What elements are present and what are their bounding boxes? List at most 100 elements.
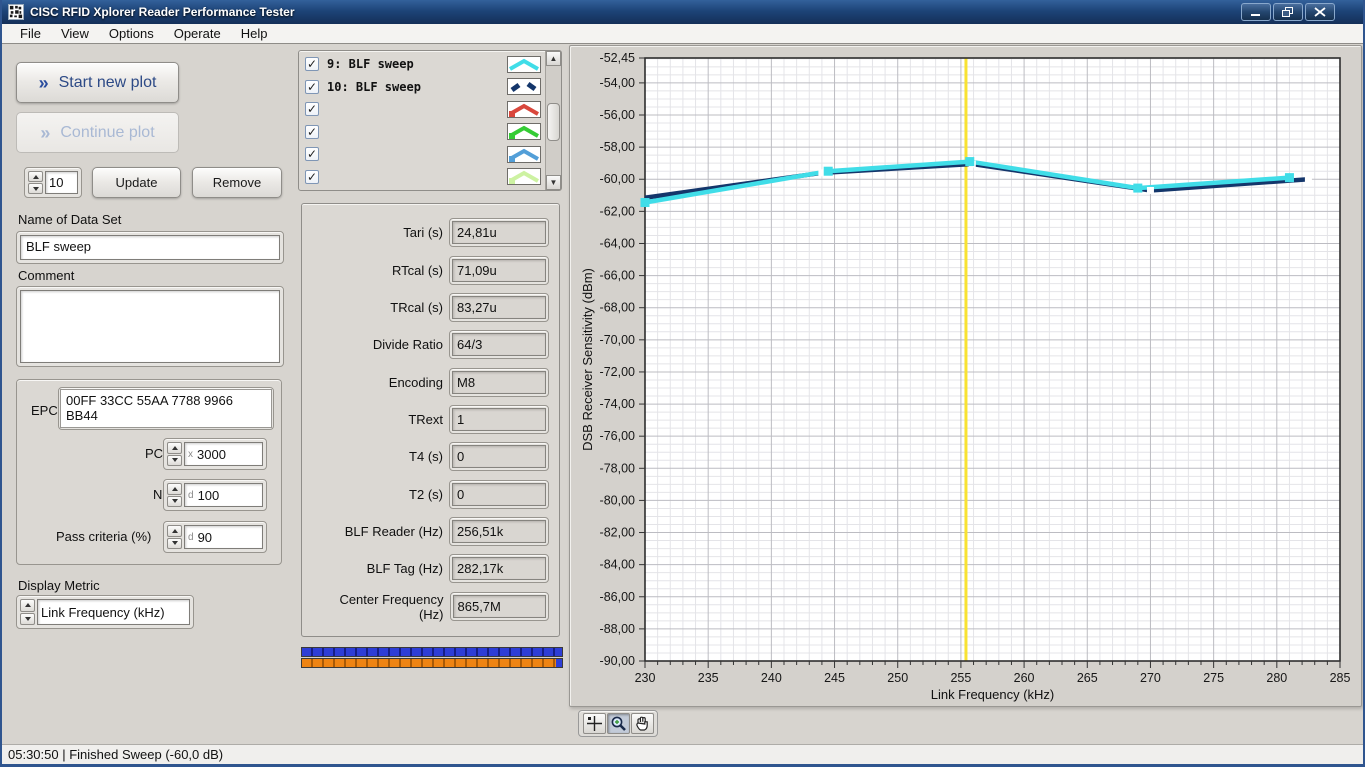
param-value: 64/3 (452, 333, 546, 356)
display-metric-control: Link Frequency (kHz) (16, 595, 194, 629)
menu-item-options[interactable]: Options (99, 25, 164, 42)
dataset-name-label: Name of Data Set (18, 212, 121, 227)
data-point-marker (1147, 187, 1154, 194)
plot-name-label: 10: BLF sweep (327, 80, 499, 94)
update-button[interactable]: Update (92, 167, 181, 198)
title-bar[interactable]: CISC RFID Xplorer Reader Performance Tes… (2, 0, 1363, 24)
spin-up-button[interactable] (167, 525, 182, 537)
comment-input[interactable] (20, 290, 280, 363)
close-button[interactable] (1305, 3, 1335, 21)
plot-visibility-checkbox[interactable]: ✓ (305, 147, 319, 161)
data-point-marker (641, 198, 650, 207)
sweep-progress-bars (301, 647, 563, 668)
scroll-up-button[interactable]: ▲ (546, 51, 561, 66)
comment-frame (16, 286, 284, 367)
plot-style-swatch[interactable] (507, 78, 541, 95)
pass-criteria-spinner (167, 525, 182, 549)
start-new-plot-button[interactable]: » Start new plot (16, 62, 179, 103)
menu-item-help[interactable]: Help (231, 25, 278, 42)
legend-row: ✓ 10: BLF sweep (305, 77, 543, 97)
plot-style-swatch[interactable] (507, 168, 541, 185)
y-tick-label: -90,00 (600, 654, 635, 668)
scroll-thumb[interactable] (547, 103, 560, 141)
epc-input[interactable]: 00FF 33CC 55AA 7788 9966 BB44 (60, 389, 272, 428)
continue-plot-button[interactable]: » Continue plot (16, 112, 179, 153)
spin-up-button[interactable] (167, 483, 182, 495)
plot-style-swatch[interactable] (507, 146, 541, 163)
plot-visibility-checkbox[interactable]: ✓ (305, 170, 319, 184)
plot-style-swatch[interactable] (507, 123, 541, 140)
spin-up-button[interactable] (20, 599, 35, 612)
menu-item-operate[interactable]: Operate (164, 25, 231, 42)
window-title: CISC RFID Xplorer Reader Performance Tes… (30, 5, 295, 19)
plot-visibility-checkbox[interactable]: ✓ (305, 102, 319, 116)
spin-down-icon (172, 499, 178, 503)
epc-group: EPC 00FF 33CC 55AA 7788 9966 BB44 PC x 3… (16, 379, 282, 565)
legend-scrollbar[interactable]: ▲ ▼ (545, 51, 561, 190)
x-tick-label: 240 (761, 671, 782, 685)
param-label: Encoding (389, 375, 443, 390)
menu-item-view[interactable]: View (51, 25, 99, 42)
display-metric-input[interactable]: Link Frequency (kHz) (37, 599, 190, 625)
legend-row: ✓ (305, 167, 543, 187)
param-label: TRext (408, 412, 443, 427)
continue-plot-label: Continue plot (60, 124, 154, 142)
spin-down-icon (25, 617, 31, 621)
data-point-marker (965, 157, 974, 166)
menu-item-file[interactable]: File (10, 25, 51, 42)
plot-visibility-checkbox[interactable]: ✓ (305, 125, 319, 139)
spin-down-button[interactable] (28, 183, 43, 194)
remove-button[interactable]: Remove (192, 167, 282, 198)
plot-legend-list: ✓ 9: BLF sweep ✓ 10: BLF sweep ✓ ✓ ✓ ✓ (299, 51, 545, 190)
spin-down-button[interactable] (20, 613, 35, 626)
x-tick-label: 285 (1330, 671, 1351, 685)
spin-up-button[interactable] (167, 442, 182, 454)
plot-visibility-checkbox[interactable]: ✓ (305, 57, 319, 71)
y-tick-label: -78,00 (600, 461, 635, 475)
cursor-tool-button[interactable] (583, 713, 606, 734)
pass-criteria-input[interactable]: d 90 (184, 525, 263, 549)
spin-down-button[interactable] (167, 538, 182, 550)
menu-bar: FileViewOptionsOperateHelp (2, 24, 1363, 44)
pc-label: PC (145, 446, 163, 461)
sensitivity-graph[interactable]: 230235240245250255260265270275280285-52,… (570, 46, 1361, 706)
spin-up-icon (172, 446, 178, 450)
param-value: 24,81u (452, 221, 546, 244)
y-tick-label: -88,00 (600, 622, 635, 636)
restore-button[interactable] (1273, 3, 1303, 21)
spin-up-button[interactable] (28, 171, 43, 182)
param-value-box: 24,81u (449, 218, 549, 247)
epc-frame: 00FF 33CC 55AA 7788 9966 BB44 (58, 387, 274, 430)
scroll-track[interactable] (546, 66, 561, 175)
pc-input[interactable]: x 3000 (184, 442, 263, 466)
x-tick-label: 235 (698, 671, 719, 685)
pan-tool-button[interactable] (631, 713, 654, 734)
plot-style-swatch[interactable] (507, 56, 541, 73)
minimize-button[interactable] (1241, 3, 1271, 21)
window-controls (1241, 3, 1357, 21)
plot-number-control: 10 (24, 167, 82, 198)
param-row: T4 (s)0 (312, 442, 549, 471)
pass-criteria-label: Pass criteria (%) (56, 529, 151, 544)
scroll-down-button[interactable]: ▼ (546, 175, 561, 190)
plot-number-input[interactable]: 10 (45, 171, 78, 194)
plot-visibility-checkbox[interactable]: ✓ (305, 80, 319, 94)
param-value: 1 (452, 408, 546, 431)
dataset-name-input[interactable]: BLF sweep (20, 235, 280, 260)
link-parameters-panel: Tari (s)24,81uRTcal (s)71,09uTRcal (s)83… (301, 203, 560, 637)
x-tick-label: 255 (950, 671, 971, 685)
param-value-box: 71,09u (449, 256, 549, 285)
spin-down-button[interactable] (167, 496, 182, 508)
plot-number-spinner (28, 171, 43, 194)
param-value-box: 0 (449, 480, 549, 509)
param-value-box: 64/3 (449, 330, 549, 359)
plot-style-swatch[interactable] (507, 101, 541, 118)
dataset-name-frame: BLF sweep (16, 231, 284, 264)
n-input[interactable]: d 100 (184, 483, 263, 507)
data-point-marker (824, 167, 833, 176)
zoom-tool-button[interactable] (607, 713, 630, 734)
spin-down-button[interactable] (167, 455, 182, 467)
param-value: 71,09u (452, 259, 546, 282)
plot-name-label: 9: BLF sweep (327, 57, 499, 71)
y-tick-label: -64,00 (600, 236, 635, 250)
